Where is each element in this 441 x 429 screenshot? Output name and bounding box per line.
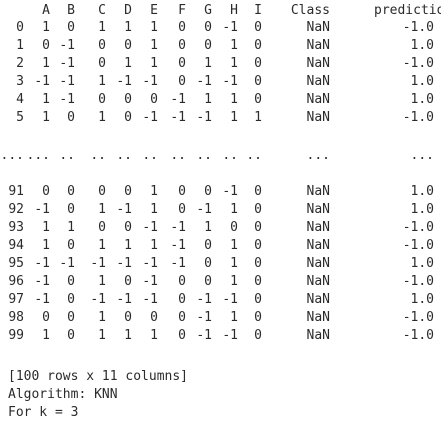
table-cell: NaN [306,292,330,307]
table-cell: NaN [306,256,330,271]
table-cell: 1.0 [410,184,434,199]
table-cell: NaN [306,274,330,289]
k-value-text: For k = 3 [8,405,79,420]
table-cell: 0 [254,238,262,253]
table-cell: 0 [254,184,262,199]
table-cell: NaN [306,20,330,35]
table-cell: 0 [254,328,262,343]
notebook-output: ABCDEFGHIClassprediction 01011100-10NaN-… [0,0,441,429]
column-header: Class [290,3,330,18]
table-cell: -1.0 [402,274,434,289]
table-cell: -1.0 [402,20,434,35]
table-cell: NaN [306,92,330,107]
table-cell: 0 [254,38,262,53]
table-cell: NaN [306,202,330,217]
dataframe-shape-text: [100 rows x 11 columns] [8,369,189,384]
table-cell: NaN [306,184,330,199]
table-cell: 0 [254,220,262,235]
column-header: prediction [374,3,441,18]
table-cell: NaN [306,310,330,325]
table-cell: 0 [254,20,262,35]
column-header: I [254,3,262,18]
table-cell: 0 [254,274,262,289]
table-cell: 0 [254,92,262,107]
table-cell: -1.0 [402,220,434,235]
table-cell: NaN [306,110,330,125]
table-cell: 1.0 [410,74,434,89]
table-cell: ... [306,148,330,163]
table-cell: NaN [306,74,330,89]
table-cell: NaN [306,38,330,53]
table-cell: 0 [254,56,262,71]
table-cell: NaN [306,56,330,71]
table-cell: 0 [254,310,262,325]
table-cell: 1.0 [410,292,434,307]
table-cell: -1.0 [402,328,434,343]
table-cell: .. [246,148,262,163]
table-cell: -1.0 [402,310,434,325]
table-cell: 1.0 [410,92,434,107]
table-cell: NaN [306,238,330,253]
table-cell: 1.0 [410,38,434,53]
table-cell: -1.0 [402,56,434,71]
table-cell: 0 [254,292,262,307]
table-cell: 0 [254,256,262,271]
table-cell: -1.0 [402,110,434,125]
table-cell: 1.0 [410,202,434,217]
table-cell: NaN [306,220,330,235]
table-cell: 1.0 [410,256,434,271]
table-cell: 0 [254,74,262,89]
table-cell: 0 [254,202,262,217]
table-cell: NaN [306,328,330,343]
table-cell: -1.0 [402,238,434,253]
algorithm-text: Algorithm: KNN [8,387,118,402]
table-cell: ... [410,148,434,163]
table-cell: 1 [254,110,262,125]
